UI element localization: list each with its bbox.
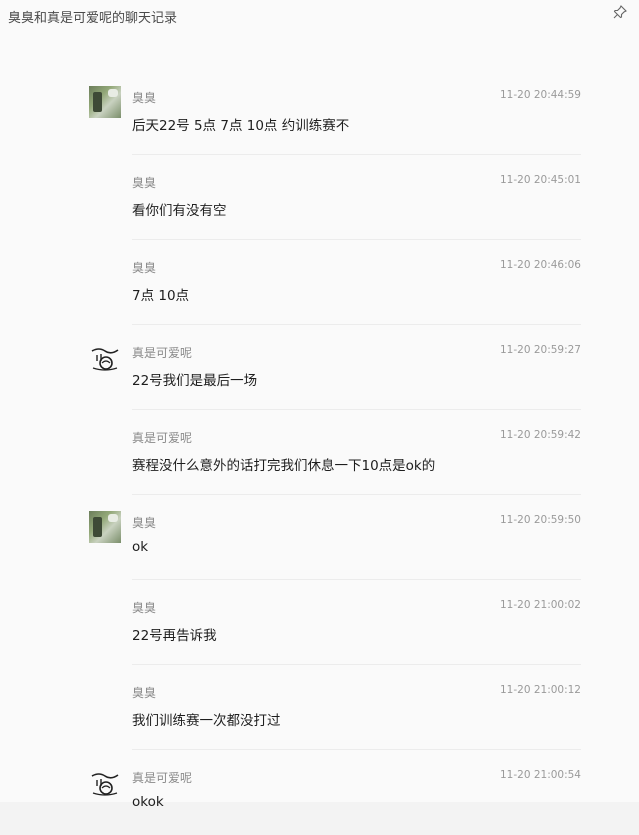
message-sender: 真是可爱呢 bbox=[132, 771, 193, 785]
message-sender: 臭臭 bbox=[132, 601, 157, 615]
window-title: 臭臭和真是可爱呢的聊天记录 bbox=[8, 11, 178, 26]
pin-icon[interactable] bbox=[613, 4, 627, 19]
message-time: 11-20 21:00:54 bbox=[499, 769, 581, 781]
message-sender: 臭臭 bbox=[132, 91, 157, 105]
avatar[interactable] bbox=[89, 766, 121, 798]
message-text: 7点 10点 bbox=[132, 288, 190, 304]
message-time: 11-20 20:59:27 bbox=[499, 344, 581, 356]
message-time: 11-20 21:00:12 bbox=[499, 684, 581, 696]
message-text: 我们训练赛一次都没打过 bbox=[132, 713, 281, 729]
message-sender: 真是可爱呢 bbox=[132, 431, 193, 445]
message-item: 臭臭 11-20 20:45:01 看你们有没有空 bbox=[0, 155, 639, 240]
message-text: 后天22号 5点 7点 10点 约训练赛不 bbox=[132, 118, 350, 134]
message-sender: 真是可爱呢 bbox=[132, 346, 193, 360]
message-sender: 臭臭 bbox=[132, 261, 157, 275]
message-text: 22号再告诉我 bbox=[132, 628, 217, 644]
avatar[interactable] bbox=[89, 341, 121, 373]
message-text: okok bbox=[132, 794, 164, 810]
message-item: 臭臭 11-20 21:00:12 我们训练赛一次都没打过 bbox=[0, 665, 639, 750]
message-text: ok bbox=[132, 539, 149, 555]
message-item: 真是可爱呢 11-20 20:59:42 赛程没什么意外的话打完我们休息一下10点是… bbox=[0, 410, 639, 495]
message-item: 真是可爱呢 11-20 21:00:54 okok bbox=[0, 750, 639, 835]
message-text: 赛程没什么意外的话打完我们休息一下10点是ok的 bbox=[132, 458, 436, 474]
message-item: 真是可爱呢 11-20 20:59:27 22号我们是最后一场 bbox=[0, 325, 639, 410]
message-text: 22号我们是最后一场 bbox=[132, 373, 258, 389]
message-item: 臭臭 11-20 20:44:59 后天22号 5点 7点 10点 约训练赛不 bbox=[0, 70, 639, 155]
message-sender: 臭臭 bbox=[132, 686, 157, 700]
message-item: 臭臭 11-20 20:46:06 7点 10点 bbox=[0, 240, 639, 325]
chat-history-window: 臭臭和真是可爱呢的聊天记录 臭臭 11-20 20:44:59 后天22号 5点 7… bbox=[0, 0, 639, 810]
message-list: 臭臭 11-20 20:44:59 后天22号 5点 7点 10点 约训练赛不 臭臭 1… bbox=[0, 70, 639, 835]
message-time: 11-20 20:44:59 bbox=[499, 89, 581, 101]
message-sender: 臭臭 bbox=[132, 176, 157, 190]
message-time: 11-20 20:59:42 bbox=[499, 429, 581, 441]
message-item: 臭臭 11-20 21:00:02 22号再告诉我 bbox=[0, 580, 639, 665]
message-sender: 臭臭 bbox=[132, 516, 157, 530]
message-item: 臭臭 11-20 20:59:50 ok bbox=[0, 495, 639, 580]
title-bar: 臭臭和真是可爱呢的聊天记录 bbox=[0, 0, 639, 40]
avatar[interactable] bbox=[89, 86, 121, 118]
message-time: 11-20 20:59:50 bbox=[499, 514, 581, 526]
message-time: 11-20 20:46:06 bbox=[499, 259, 581, 271]
message-time: 11-20 20:45:01 bbox=[499, 174, 581, 186]
message-text: 看你们有没有空 bbox=[132, 203, 227, 219]
message-time: 11-20 21:00:02 bbox=[499, 599, 581, 611]
avatar[interactable] bbox=[89, 511, 121, 543]
